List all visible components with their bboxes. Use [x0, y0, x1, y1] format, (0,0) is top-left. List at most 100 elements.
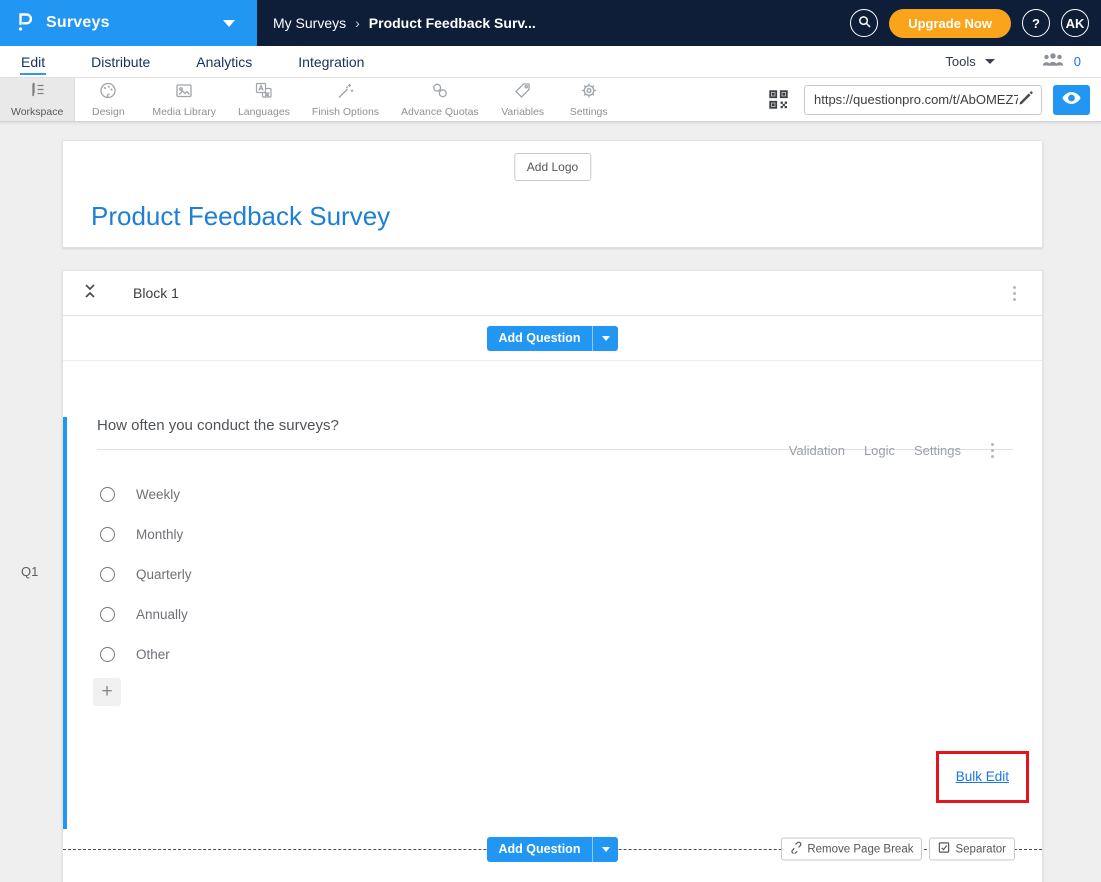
toolbar-item-media-library[interactable]: Media Library: [141, 78, 227, 121]
survey-title[interactable]: Product Feedback Survey: [91, 201, 390, 232]
chevron-down-icon: [602, 336, 610, 341]
editor-canvas: Q1 Add Logo Product Feedback Survey Bloc…: [0, 140, 1101, 882]
settings-link[interactable]: Settings: [914, 443, 961, 458]
bulk-edit-link[interactable]: Bulk Edit: [956, 769, 1009, 784]
eye-icon: [1062, 91, 1081, 108]
collapse-icon[interactable]: [83, 283, 97, 304]
toolbar-item-languages[interactable]: Languages: [227, 78, 301, 121]
add-question-button[interactable]: Add Question: [487, 326, 593, 351]
add-question-split-button: Add Question: [487, 837, 619, 862]
add-question-dropdown[interactable]: [592, 837, 618, 862]
breadcrumb-current: Product Feedback Surv...: [369, 15, 536, 31]
survey-url: https://questionpro.com/t/AbOMEZ7: [814, 92, 1018, 107]
survey-url-field[interactable]: https://questionpro.com/t/AbOMEZ7: [804, 85, 1042, 115]
tab-integration[interactable]: Integration: [297, 48, 365, 75]
block-card: Block 1 Add Question Validation Logic Se…: [62, 270, 1043, 882]
option-label[interactable]: Monthly: [136, 527, 183, 542]
option-label[interactable]: Weekly: [136, 487, 180, 502]
tabs-right: Tools 0: [945, 52, 1081, 72]
tab-distribute[interactable]: Distribute: [90, 48, 151, 75]
tab-edit[interactable]: Edit: [20, 48, 46, 75]
toolbar-label: Languages: [238, 106, 290, 118]
checkbox-icon: [938, 842, 950, 857]
image-icon: [174, 81, 194, 105]
question-menu: Validation Logic Settings: [789, 439, 1000, 462]
option-row: Other: [100, 634, 1042, 674]
radio-button[interactable]: [100, 527, 115, 542]
option-row: Monthly: [100, 514, 1042, 554]
toolbar-label: Media Library: [152, 106, 216, 118]
add-logo-button[interactable]: Add Logo: [514, 153, 591, 181]
breadcrumb-parent[interactable]: My Surveys: [273, 15, 346, 31]
edit-pencil-icon[interactable]: [1018, 89, 1034, 110]
chevron-down-icon: [223, 20, 235, 27]
toolbar-label: Design: [92, 106, 125, 118]
translate-icon: [254, 81, 274, 105]
help-button[interactable]: ?: [1022, 9, 1050, 37]
toolbar-item-advance-quotas[interactable]: Advance Quotas: [390, 78, 490, 121]
chain-links-icon: [430, 81, 450, 105]
editor-toolbar: Workspace Design Media Library: [0, 78, 1101, 122]
avatar[interactable]: AK: [1061, 9, 1089, 37]
validation-link[interactable]: Validation: [789, 443, 845, 458]
toolbar-item-finish-options[interactable]: Finish Options: [301, 78, 390, 121]
product-switcher[interactable]: Surveys: [0, 0, 257, 46]
toolbar-label: Settings: [570, 106, 608, 118]
option-row: Weekly: [100, 474, 1042, 514]
page-break-buttons: Remove Page Break Separator: [781, 838, 1015, 861]
toolbar-item-variables[interactable]: Variables: [490, 78, 556, 121]
add-question-dropdown[interactable]: [592, 326, 618, 351]
chevron-down-icon: [602, 847, 610, 852]
question-mark-icon: ?: [1032, 16, 1040, 31]
palette-icon: [98, 81, 118, 105]
separator-label: Separator: [955, 843, 1006, 855]
app-label: Surveys: [46, 14, 110, 32]
separator-button[interactable]: Separator: [929, 838, 1015, 861]
block-title[interactable]: Block 1: [133, 285, 179, 301]
people-icon: [1041, 52, 1065, 72]
add-question-row: Add Question: [63, 316, 1042, 361]
toolbar-item-workspace[interactable]: Workspace: [0, 78, 75, 121]
collaborators[interactable]: 0: [1041, 52, 1081, 72]
search-button[interactable]: [850, 9, 878, 37]
tab-analytics[interactable]: Analytics: [195, 48, 253, 75]
survey-header-card: Add Logo Product Feedback Survey: [62, 140, 1043, 248]
tag-icon: [513, 81, 533, 105]
collaborator-count: 0: [1074, 54, 1081, 69]
question-card: Validation Logic Settings How often you …: [63, 417, 1042, 829]
preview-button[interactable]: [1053, 85, 1090, 115]
page-break-row: Add Question Remove Page Break: [63, 829, 1042, 869]
option-label[interactable]: Quarterly: [136, 567, 192, 582]
breadcrumb-separator: ›: [355, 15, 360, 31]
toolbar-label: Workspace: [11, 106, 63, 118]
kebab-menu-icon[interactable]: [1007, 282, 1022, 305]
radio-button[interactable]: [100, 567, 115, 582]
toolbar-item-settings[interactable]: Settings: [556, 78, 622, 121]
remove-page-break-button[interactable]: Remove Page Break: [781, 838, 922, 861]
kebab-menu-icon[interactable]: [985, 439, 1000, 462]
option-row: Quarterly: [100, 554, 1042, 594]
qr-code-icon[interactable]: [767, 88, 790, 111]
radio-button[interactable]: [100, 487, 115, 502]
block-header: Block 1: [63, 271, 1042, 316]
option-label[interactable]: Other: [136, 647, 170, 662]
upgrade-now-button[interactable]: Upgrade Now: [889, 9, 1011, 38]
magic-wand-icon: [335, 81, 355, 105]
logic-link[interactable]: Logic: [864, 443, 895, 458]
unlink-icon: [790, 842, 802, 857]
radio-button[interactable]: [100, 647, 115, 662]
workspace-icon: [27, 81, 47, 105]
option-row: Annually: [100, 594, 1042, 634]
toolbar-right: https://questionpro.com/t/AbOMEZ7: [767, 78, 1101, 121]
top-nav-actions: Upgrade Now ? AK: [850, 9, 1089, 38]
block-header: Block 1: [63, 869, 1042, 882]
tools-menu[interactable]: Tools: [945, 54, 975, 69]
radio-button[interactable]: [100, 607, 115, 622]
add-question-button[interactable]: Add Question: [487, 837, 593, 862]
toolbar-item-design[interactable]: Design: [75, 78, 141, 121]
add-option-button[interactable]: +: [93, 678, 121, 706]
option-label[interactable]: Annually: [136, 607, 188, 622]
chevron-down-icon: [985, 59, 995, 64]
add-question-split-button: Add Question: [487, 326, 619, 351]
top-nav: My Surveys › Product Feedback Surv... Up…: [257, 0, 1101, 46]
